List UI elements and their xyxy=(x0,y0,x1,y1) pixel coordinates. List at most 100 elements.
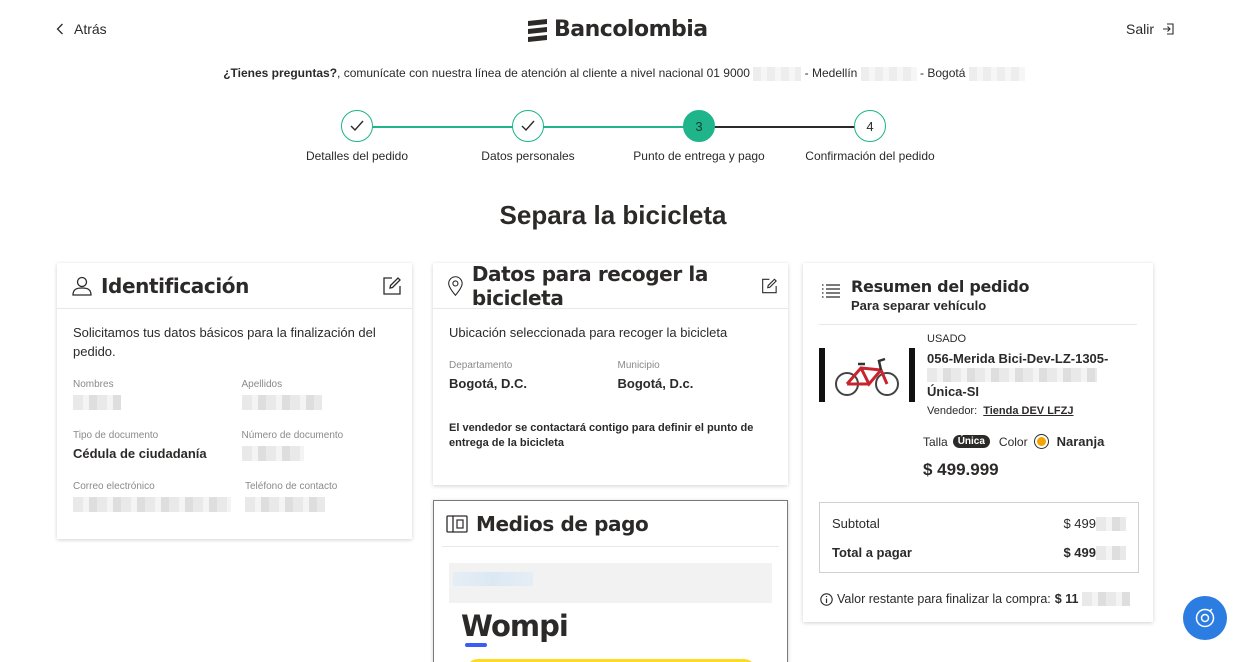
step-2: Datos personales xyxy=(453,110,603,163)
product-image xyxy=(819,348,915,402)
product-name-suffix: Única-SI xyxy=(927,384,980,399)
back-label: Atrás xyxy=(74,21,107,37)
redacted-number xyxy=(753,66,802,81)
logout-icon xyxy=(1163,23,1174,35)
redacted-number xyxy=(860,66,917,81)
field-tipo-documento: Tipo de documento Cédula de ciudadanía xyxy=(73,430,228,463)
redacted-value xyxy=(245,497,325,512)
field-label: Apellidos xyxy=(241,379,283,390)
payment-option-placeholder[interactable] xyxy=(449,563,772,603)
card-header: Identificación xyxy=(57,263,412,309)
loading-bar xyxy=(453,572,533,586)
field-value: Bogotá, D.C. xyxy=(449,376,527,391)
step-label: Datos personales xyxy=(481,149,575,163)
logout-button[interactable]: Salir xyxy=(1126,21,1174,37)
payment-methods-icon xyxy=(446,514,468,533)
product-price: $ 499.999 xyxy=(923,460,999,479)
page-title: Separa la bicicleta xyxy=(499,200,727,230)
redacted-value xyxy=(73,497,231,512)
redacted-value xyxy=(927,368,1097,382)
redacted-number xyxy=(968,66,1025,81)
info-icon xyxy=(820,592,833,606)
chevron-left-icon xyxy=(56,23,63,35)
support-icon xyxy=(1195,608,1215,628)
color-value: Naranja xyxy=(1056,434,1105,449)
field-label: Departamento xyxy=(449,360,513,371)
field-label: Nombres xyxy=(73,379,114,390)
step-4: 4 Confirmación del pedido xyxy=(795,110,945,163)
vendor-link[interactable]: Tienda DEV LFZJ xyxy=(983,405,1073,417)
top-bar: Atrás Bancolombia Salir xyxy=(0,0,1248,60)
subtotal-label: Subtotal xyxy=(832,516,880,531)
total-row: Total a pagar $ 499 xyxy=(832,538,1126,567)
help-chat-button[interactable] xyxy=(1183,596,1227,640)
field-label: Teléfono de contacto xyxy=(245,481,338,492)
user-icon xyxy=(72,276,92,296)
step-label: Detalles del pedido xyxy=(305,149,409,163)
field-label: Municipio xyxy=(617,360,660,371)
card-body: Ubicación seleccionada para recoger la b… xyxy=(433,309,788,465)
pickup-intro: Ubicación seleccionada para recoger la b… xyxy=(449,325,728,340)
logout-label: Salir xyxy=(1126,21,1155,37)
card-title: Datos para recoger la bicicleta xyxy=(471,261,708,310)
vendor-label: Vendedor: xyxy=(927,405,978,417)
redacted-value xyxy=(1096,546,1126,561)
identification-intro: Solicitamos tus datos básicos para la fi… xyxy=(73,325,376,359)
step-check-icon xyxy=(512,110,544,142)
field-value: Bogotá, D.c. xyxy=(617,376,694,391)
card-header: Datos para recoger la bicicleta xyxy=(433,261,788,310)
back-button[interactable]: Atrás xyxy=(56,21,107,37)
total-value: $ 499 xyxy=(1063,544,1096,560)
summary-subtitle: Para separar vehículo xyxy=(851,298,987,313)
field-apellidos: Apellidos xyxy=(241,379,397,412)
field-correo: Correo electrónico xyxy=(73,481,231,514)
redacted-value xyxy=(1082,592,1131,606)
field-label: Número de documento xyxy=(241,430,344,441)
field-departamento: Departamento Bogotá, D.C. xyxy=(449,360,604,393)
field-label: Tipo de documento xyxy=(73,430,159,441)
help-line: ¿Tienes preguntas?, comunícate con nuest… xyxy=(0,66,1248,81)
payment-card: Medios de pago Wompi xyxy=(433,500,788,662)
redacted-value xyxy=(241,395,322,410)
pickup-note: El vendedor se contactará contigo para d… xyxy=(449,422,754,449)
remaining-value-row: Valor restante para finalizar la compra:… xyxy=(820,592,1131,606)
card-title: Identificación xyxy=(101,273,249,298)
logo-text: Bancolombia xyxy=(554,17,708,42)
step-label: Confirmación del pedido xyxy=(805,149,935,163)
edit-icon[interactable] xyxy=(382,276,402,296)
pickup-card: Datos para recoger la bicicleta Ubicació… xyxy=(433,261,788,485)
subtotal-row: Subtotal $ 499 xyxy=(832,509,1126,538)
remaining-value: $ 11 xyxy=(1054,592,1079,606)
help-bogota: - Bogotá xyxy=(920,66,966,80)
remaining-label: Valor restante para finalizar la compra: xyxy=(837,592,1051,606)
redacted-value xyxy=(73,395,121,410)
redacted-value xyxy=(241,446,304,461)
wompi-underline xyxy=(465,643,487,647)
wompi-logo-text: Wompi xyxy=(461,609,569,643)
help-question: ¿Tienes preguntas? xyxy=(223,66,338,80)
bancolombia-logo-icon xyxy=(528,18,547,42)
product-info: USADO 056-Merida Bici-Dev-LZ-1305- Única… xyxy=(927,333,1137,417)
step-1: Detalles del pedido xyxy=(282,110,432,163)
product-name: 056-Merida Bici-Dev-LZ-1305- xyxy=(927,351,1109,366)
step-number: 3 xyxy=(683,110,715,142)
card-header: Medios de pago xyxy=(442,501,779,547)
help-medellin: - Medellín xyxy=(804,66,858,80)
field-municipio: Municipio Bogotá, D.c. xyxy=(618,360,773,393)
redacted-value xyxy=(1096,517,1126,532)
field-telefono: Teléfono de contacto xyxy=(245,481,396,514)
step-3: 3 Punto de entrega y pago xyxy=(624,110,774,163)
help-text: , comunícate con nuestra línea de atenci… xyxy=(337,66,750,80)
location-pin-icon xyxy=(448,275,463,296)
field-numero-documento: Número de documento xyxy=(241,430,397,463)
checkout-stepper: Detalles del pedido Datos personales 3 P… xyxy=(280,108,960,168)
edit-icon[interactable] xyxy=(761,276,778,296)
color-label: Color xyxy=(998,434,1028,449)
step-number: 4 xyxy=(854,110,886,142)
total-label: Total a pagar xyxy=(832,545,912,560)
talla-label: Talla xyxy=(923,434,948,449)
field-value: Cédula de ciudadanía xyxy=(73,446,207,461)
color-swatch xyxy=(1033,434,1049,449)
summary-header: Resumen del pedido Para separar vehículo xyxy=(819,263,1137,325)
card-body: Solicitamos tus datos básicos para la fi… xyxy=(57,309,412,528)
